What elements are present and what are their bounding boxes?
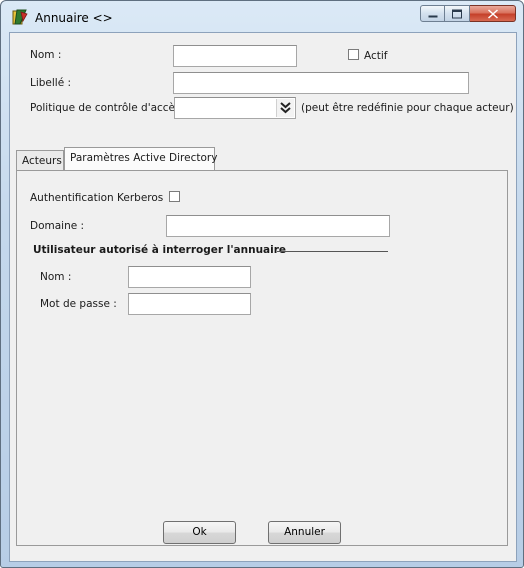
tab-acteurs-label: Acteurs bbox=[22, 155, 62, 167]
close-window-button[interactable] bbox=[470, 5, 516, 22]
user-group-title: Utilisateur autorisé à interroger l'annu… bbox=[33, 244, 287, 256]
actif-label: Actif bbox=[364, 50, 388, 62]
active-directory-panel: Authentification Kerberos Domaine : Util… bbox=[16, 170, 508, 546]
title-bar[interactable]: Annuaire <> bbox=[1, 1, 523, 33]
cancel-button[interactable]: Annuler bbox=[268, 521, 341, 544]
app-icon bbox=[12, 9, 28, 25]
nom-input[interactable] bbox=[173, 45, 297, 67]
minimize-button[interactable] bbox=[420, 5, 445, 22]
ok-button[interactable]: Ok bbox=[163, 521, 236, 544]
dialog-body: Nom : Actif Libellé : Politique de contr… bbox=[9, 32, 517, 562]
password-input[interactable] bbox=[128, 293, 251, 315]
double-chevron-down-icon bbox=[280, 102, 291, 114]
actif-checkbox[interactable] bbox=[348, 49, 359, 60]
politique-select[interactable] bbox=[174, 97, 296, 119]
kerberos-checkbox[interactable] bbox=[169, 191, 180, 202]
politique-dropdown-button[interactable] bbox=[276, 99, 294, 117]
close-icon bbox=[487, 9, 498, 18]
minimize-icon bbox=[428, 15, 437, 17]
tab-acteurs[interactable]: Acteurs bbox=[16, 150, 64, 172]
group-divider bbox=[277, 251, 388, 252]
maximize-icon bbox=[452, 9, 462, 18]
domaine-input[interactable] bbox=[166, 215, 390, 237]
maximize-button[interactable] bbox=[445, 5, 470, 22]
window-title: Annuaire <> bbox=[35, 11, 113, 25]
dialog-window: Annuaire <> Nom : Actif Libellé : Politi… bbox=[0, 0, 524, 568]
libelle-label: Libellé : bbox=[30, 77, 72, 89]
politique-label: Politique de contrôle d'accès : bbox=[30, 102, 188, 114]
libelle-input[interactable] bbox=[173, 72, 469, 94]
tab-parametres-active-directory[interactable]: Paramètres Active Directory bbox=[64, 147, 218, 172]
politique-hint: (peut être redéfinie pour chaque acteur) bbox=[301, 102, 514, 114]
password-label: Mot de passe : bbox=[40, 298, 117, 310]
nom-label: Nom : bbox=[30, 49, 62, 61]
tab-parametres-label: Paramètres Active Directory bbox=[70, 152, 218, 164]
user-nom-label: Nom : bbox=[40, 271, 72, 283]
kerberos-label: Authentification Kerberos bbox=[30, 192, 164, 204]
user-nom-input[interactable] bbox=[128, 266, 251, 288]
domaine-label: Domaine : bbox=[30, 220, 85, 232]
